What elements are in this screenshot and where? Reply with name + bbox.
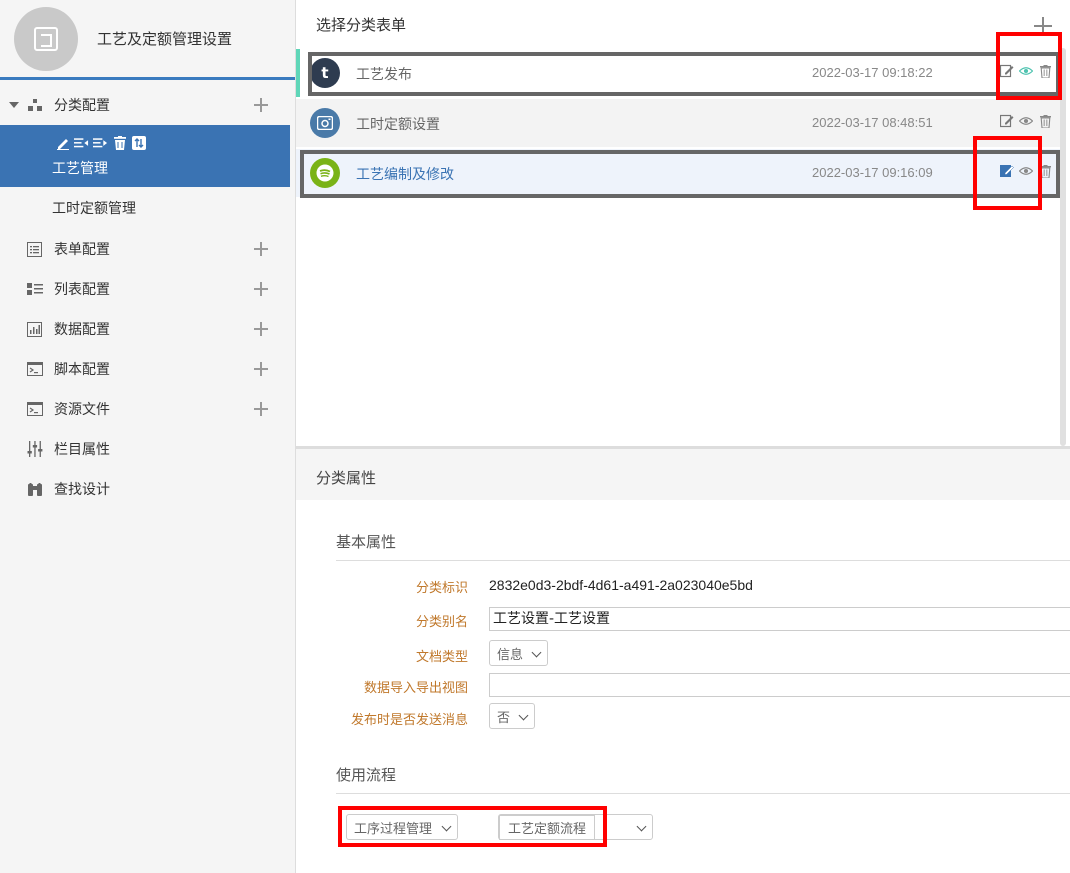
send-message-label: 发布时是否发送消息 (350, 713, 468, 728)
list-item[interactable]: 工时定额设置 2022-03-17 08:48:51 (296, 99, 1060, 147)
chevron-down-icon (636, 821, 647, 832)
terminal-icon (26, 361, 43, 378)
sidebar-item-label: 资源文件 (54, 402, 110, 418)
divider (336, 560, 1070, 561)
sidebar: 工艺及定额管理设置 分类配置 工艺管理 工时定额管理 表单配置 列表配置 数据配… (0, 0, 296, 873)
sidebar-item-label: 栏目属性 (54, 442, 110, 458)
caret-down-icon[interactable] (9, 102, 19, 108)
workflow-title: 使用流程 (336, 766, 397, 784)
list-icon (26, 281, 43, 298)
sidebar-item-column-properties[interactable]: 栏目属性 (0, 429, 290, 469)
sliders-icon (26, 441, 43, 458)
form-icon (26, 241, 43, 258)
annotation-highlight (338, 806, 607, 847)
send-message-value: 否 (497, 710, 511, 726)
sort-icon[interactable] (131, 135, 146, 150)
import-export-view-label: 数据导入导出视图 (363, 681, 468, 696)
sidebar-item-label: 工时定额管理 (52, 201, 136, 217)
sidebar-item-data-config[interactable]: 数据配置 (0, 309, 290, 349)
add-icon[interactable] (254, 402, 268, 416)
divider (336, 793, 1070, 794)
sidebar-title: 工艺及定额管理设置 (97, 30, 233, 48)
sidebar-item-list-config[interactable]: 列表配置 (0, 269, 290, 309)
sidebar-item-process-management[interactable]: 工艺管理 (0, 125, 290, 187)
list-item-time: 2022-03-17 08:48:51 (812, 115, 933, 130)
chevron-down-icon (518, 710, 529, 721)
sidebar-item-label: 数据配置 (54, 322, 110, 338)
list-item-name: 工时定额设置 (356, 117, 440, 133)
sidebar-item-label: 查找设计 (54, 482, 110, 498)
doc-type-label: 文档类型 (415, 650, 468, 665)
app-logo-icon (14, 6, 78, 71)
edit-icon[interactable] (55, 135, 70, 150)
doc-type-select[interactable]: 信息 (489, 640, 548, 666)
sidebar-item-label: 表单配置 (54, 242, 110, 258)
trash-icon[interactable] (1038, 114, 1052, 128)
sidebar-item-resource-files[interactable]: 资源文件 (0, 389, 290, 429)
annotation-highlight (996, 32, 1062, 100)
camera-icon (310, 108, 340, 138)
delete-icon[interactable] (112, 135, 127, 150)
annotation-highlight (973, 136, 1042, 210)
import-export-view-input[interactable] (489, 673, 1070, 697)
sidebar-header: 工艺及定额管理设置 (0, 0, 295, 80)
basic-properties-title: 基本属性 (336, 533, 397, 551)
chevron-down-icon (531, 647, 542, 658)
indent-left-icon[interactable] (74, 135, 89, 150)
doc-type-value: 信息 (497, 647, 524, 663)
sidebar-item-category-config[interactable]: 分类配置 (0, 85, 290, 125)
sidebar-item-search-design[interactable]: 查找设计 (0, 469, 290, 509)
sitemap-icon (26, 97, 43, 114)
sidebar-item-worktime-management[interactable]: 工时定额管理 (0, 188, 290, 228)
sidebar-item-label: 脚本配置 (54, 362, 110, 378)
list-title: 选择分类表单 (316, 16, 407, 34)
category-alias-input[interactable]: 工艺设置-工艺设置 (489, 607, 1070, 631)
properties-title: 分类属性 (316, 469, 377, 487)
scrollbar[interactable] (1060, 48, 1066, 446)
properties-header: 分类属性 (296, 449, 1070, 500)
add-icon[interactable] (254, 98, 268, 112)
selected-indicator (296, 49, 300, 97)
sidebar-item-script-config[interactable]: 脚本配置 (0, 349, 290, 389)
category-alias-label: 分类别名 (415, 615, 468, 630)
sidebar-item-label: 分类配置 (54, 98, 110, 114)
send-message-select[interactable]: 否 (489, 703, 535, 729)
add-icon[interactable] (254, 362, 268, 376)
category-id-label: 分类标识 (415, 581, 468, 596)
sidebar-item-form-config[interactable]: 表单配置 (0, 229, 290, 269)
bar-chart-icon (26, 321, 43, 338)
add-icon[interactable] (254, 322, 268, 336)
add-icon[interactable] (254, 282, 268, 296)
terminal-icon (26, 401, 43, 418)
indent-right-icon[interactable] (93, 135, 108, 150)
category-id-value: 2832e0d3-2bdf-4d61-a491-2a023040e5bd (489, 577, 753, 593)
eye-icon[interactable] (1019, 114, 1033, 128)
sidebar-item-label: 工艺管理 (52, 161, 108, 177)
sidebar-item-label: 列表配置 (54, 282, 110, 298)
annotation-box (300, 150, 1060, 198)
add-icon[interactable] (254, 242, 268, 256)
annotation-box (308, 52, 1060, 96)
binoculars-icon (26, 481, 43, 498)
edit-icon[interactable] (1000, 114, 1014, 128)
